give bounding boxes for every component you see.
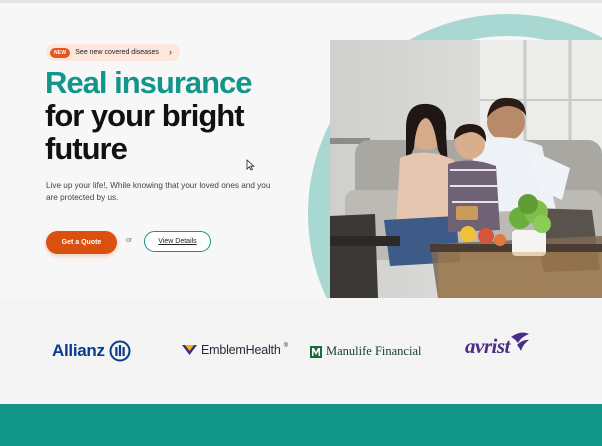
family-photo: [330, 40, 602, 298]
footer-band: [0, 404, 602, 446]
avrist-wordmark: avrist: [465, 334, 510, 358]
emblemhealth-mark-icon: [182, 345, 197, 355]
manulife-logo[interactable]: Manulife Financial: [310, 344, 421, 359]
allianz-wordmark: Allianz: [52, 341, 105, 360]
manulife-wordmark: Manulife Financial: [326, 344, 422, 358]
avrist-swoosh-icon: [510, 332, 529, 351]
registered-mark: ®: [283, 343, 288, 349]
page: NEW See new covered diseases › Real insu…: [0, 0, 602, 446]
hero-image-area: [0, 0, 602, 298]
manulife-m-icon: [310, 345, 322, 358]
allianz-logo[interactable]: Allianz: [52, 340, 131, 362]
emblemhealth-wordmark: EmblemHealth: [201, 343, 281, 357]
emblemhealth-logo[interactable]: EmblemHealth ®: [181, 343, 288, 357]
family-photo-illustration: [330, 40, 602, 298]
allianz-eagle-icon: [109, 340, 131, 362]
partner-logos: Allianz EmblemHealth ® Manulife Financia…: [0, 299, 602, 403]
avrist-logo[interactable]: avrist: [465, 332, 529, 359]
